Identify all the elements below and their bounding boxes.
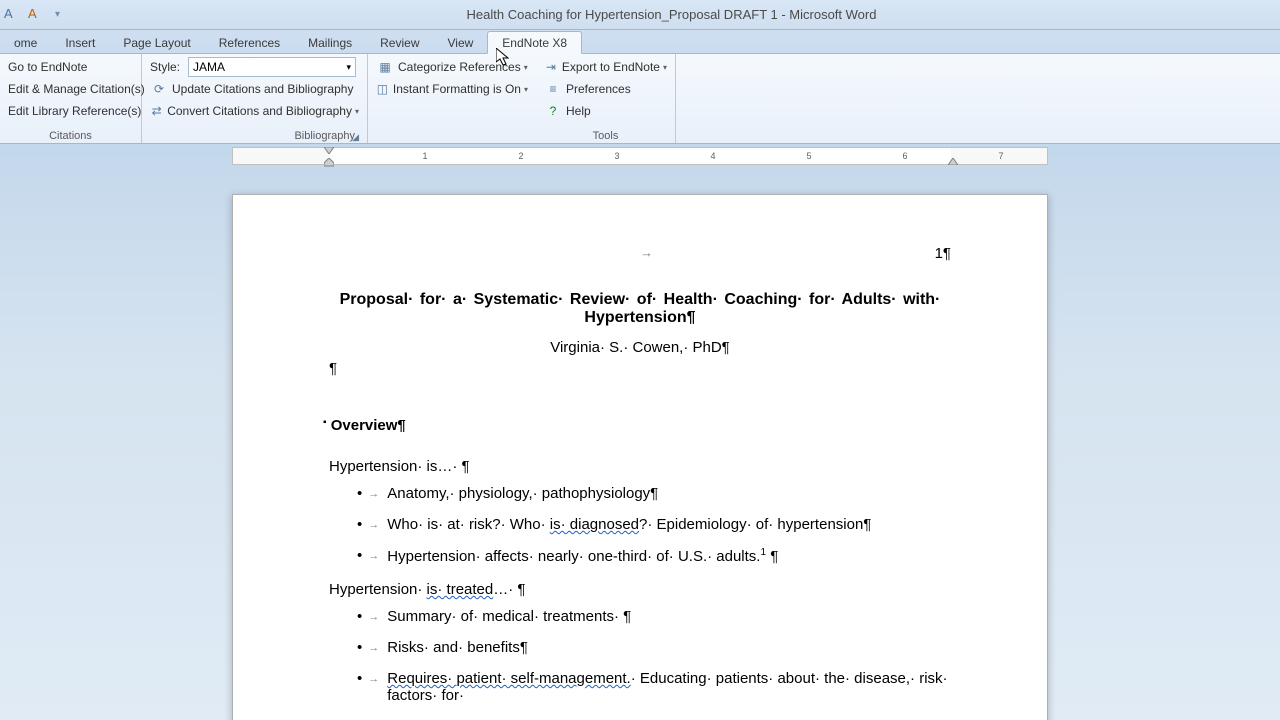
section-overview: ▪ Overview¶ xyxy=(323,417,951,434)
bullet-text: Hypertension· affects· nearly· one-third… xyxy=(387,547,778,565)
left-indent-marker[interactable] xyxy=(324,158,334,166)
empty-paragraph: ¶ xyxy=(329,360,951,377)
tab-mailings[interactable]: Mailings xyxy=(294,32,366,53)
list-item: •→ Hypertension· affects· nearly· one-th… xyxy=(357,547,951,565)
convert-citations-button[interactable]: ⇄ Convert Citations and Bibliography ▾ xyxy=(146,100,363,122)
bullet-list-2: •→ Summary· of· medical· treatments· ¶ •… xyxy=(357,608,951,704)
edit-manage-citations-button[interactable]: Edit & Manage Citation(s) xyxy=(4,78,137,100)
instant-format-icon: ◫ xyxy=(376,80,389,98)
first-line-indent-marker[interactable] xyxy=(324,147,334,155)
group-tools: ⇥ Export to EndNote ▾ ≡ Preferences ? He… xyxy=(536,54,676,143)
body-hypertension-treated: Hypertension· is· treated…· ¶ xyxy=(329,581,951,598)
ruler-area: 1 2 3 4 5 6 7 xyxy=(0,144,1280,168)
style-dropdown[interactable]: JAMA ▾ xyxy=(188,57,356,77)
chevron-down-icon: ▾ xyxy=(355,107,359,116)
help-button[interactable]: ? Help xyxy=(540,100,671,122)
export-icon: ⇥ xyxy=(544,58,558,76)
convert-icon: ⇄ xyxy=(150,102,163,120)
page-viewport: → 1¶ Proposal· for· a· Systematic· Revie… xyxy=(0,168,1280,720)
tab-arrow-mark: → xyxy=(640,245,653,260)
cmd-label: Instant Formatting is On xyxy=(393,82,521,96)
style-value: JAMA xyxy=(193,60,225,74)
instant-formatting-button[interactable]: ◫ Instant Formatting is On ▾ xyxy=(372,78,532,100)
tab-home[interactable]: ome xyxy=(0,32,51,53)
document-title: Proposal· for· a· Systematic· Review· of… xyxy=(329,291,951,327)
chevron-down-icon: ▾ xyxy=(346,62,351,73)
page-number: 1¶ xyxy=(935,245,951,262)
highlight-icon[interactable]: A xyxy=(28,6,46,24)
horizontal-ruler[interactable]: 1 2 3 4 5 6 7 xyxy=(232,147,1048,165)
cmd-label: Edit & Manage Citation(s) xyxy=(8,82,145,96)
group-bibliography-right: ▦ Categorize References ▾ ◫ Instant Form… xyxy=(368,54,536,143)
group-label-citations: Citations xyxy=(4,129,137,143)
document-page[interactable]: → 1¶ Proposal· for· a· Systematic· Revie… xyxy=(232,194,1048,720)
export-to-endnote-button[interactable]: ⇥ Export to EndNote ▾ xyxy=(540,56,671,78)
title-bar: A A ▾ Health Coaching for Hypertension_P… xyxy=(0,0,1280,30)
bullet-text: Anatomy,· physiology,· pathophysiology¶ xyxy=(387,485,658,502)
list-item: •→ Risks· and· benefits¶ xyxy=(357,639,951,656)
tab-review[interactable]: Review xyxy=(366,32,433,53)
qat-dropdown-icon[interactable]: ▾ xyxy=(52,9,63,20)
edit-library-refs-button[interactable]: Edit Library Reference(s) xyxy=(4,100,137,122)
cmd-label: Categorize References xyxy=(398,60,521,74)
tab-page-layout[interactable]: Page Layout xyxy=(109,32,204,53)
categorize-icon: ▦ xyxy=(376,58,394,76)
group-label-bibliography: Bibliography ◢ xyxy=(146,129,363,143)
tab-references[interactable]: References xyxy=(205,32,294,53)
dialog-launcher-icon[interactable]: ◢ xyxy=(350,132,361,143)
chevron-down-icon: ▾ xyxy=(663,63,667,72)
tab-view[interactable]: View xyxy=(434,32,488,53)
list-item: •→ Requires· patient· self-management.· … xyxy=(357,670,951,704)
group-citations: Go to EndNote Edit & Manage Citation(s) … xyxy=(0,54,142,143)
document-author: Virginia· S.· Cowen,· PhD¶ xyxy=(329,339,951,356)
ribbon-tabs: ome Insert Page Layout References Mailin… xyxy=(0,30,1280,54)
font-color-icon[interactable]: A xyxy=(4,6,22,24)
bullet-text: Summary· of· medical· treatments· ¶ xyxy=(387,608,631,625)
body-hypertension-is: Hypertension· is…· ¶ xyxy=(329,458,951,475)
list-item: •→ Anatomy,· physiology,· pathophysiolog… xyxy=(357,485,951,502)
group-bibliography-left: Style: JAMA ▾ ⟳ Update Citations and Bib… xyxy=(142,54,368,143)
style-label: Style: xyxy=(150,60,180,74)
help-icon: ? xyxy=(544,102,562,120)
preferences-icon: ≡ xyxy=(544,80,562,98)
list-item: •→ Who· is· at· risk?· Who· is· diagnose… xyxy=(357,516,951,533)
quick-access-toolbar: A A ▾ xyxy=(0,6,63,24)
cmd-label: Go to EndNote xyxy=(8,60,87,74)
refresh-icon: ⟳ xyxy=(150,80,168,98)
group-label-tools: Tools xyxy=(540,129,671,143)
window-title: Health Coaching for Hypertension_Proposa… xyxy=(63,7,1280,22)
cmd-label: Convert Citations and Bibliography xyxy=(167,104,352,118)
cmd-label: Edit Library Reference(s) xyxy=(8,104,141,118)
cmd-label: Export to EndNote xyxy=(562,60,660,74)
cmd-label: Help xyxy=(566,104,591,118)
tab-insert[interactable]: Insert xyxy=(51,32,109,53)
ribbon-content: Go to EndNote Edit & Manage Citation(s) … xyxy=(0,54,1280,144)
categorize-refs-button[interactable]: ▦ Categorize References ▾ xyxy=(372,56,532,78)
tab-endnote[interactable]: EndNote X8 xyxy=(487,31,582,54)
chevron-down-icon: ▾ xyxy=(524,63,528,72)
update-citations-button[interactable]: ⟳ Update Citations and Bibliography xyxy=(146,78,363,100)
chevron-down-icon: ▾ xyxy=(524,85,528,94)
go-to-endnote-button[interactable]: Go to EndNote xyxy=(4,56,137,78)
list-item: •→ Summary· of· medical· treatments· ¶ xyxy=(357,608,951,625)
right-indent-marker[interactable] xyxy=(948,158,958,166)
preferences-button[interactable]: ≡ Preferences xyxy=(540,78,671,100)
bullet-text: Who· is· at· risk?· Who· is· diagnosed?·… xyxy=(387,516,871,533)
bullet-list-1: •→ Anatomy,· physiology,· pathophysiolog… xyxy=(357,485,951,565)
cmd-label: Update Citations and Bibliography xyxy=(172,82,353,96)
group-label-bibliography-ext xyxy=(372,129,532,143)
bullet-text: Requires· patient· self-management.· Edu… xyxy=(387,670,951,704)
bullet-text: Risks· and· benefits¶ xyxy=(387,639,528,656)
cmd-label: Preferences xyxy=(566,82,631,96)
